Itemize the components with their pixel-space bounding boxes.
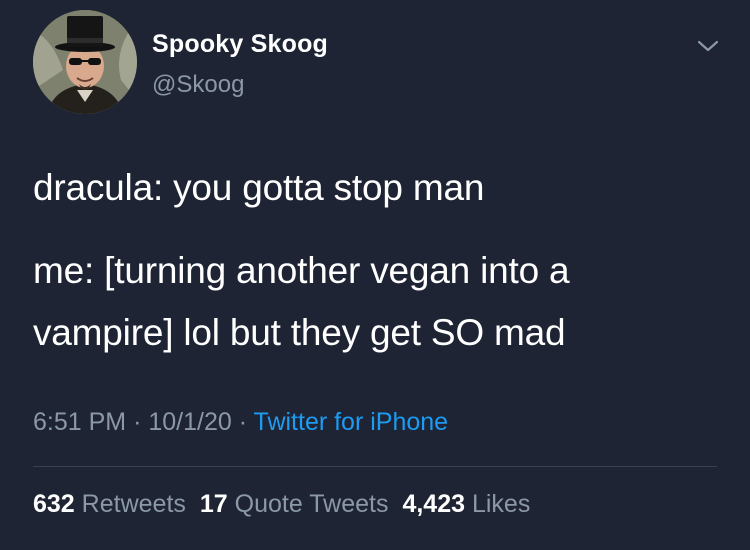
tweet-time[interactable]: 6:51 PM [33, 408, 126, 436]
retweets-count: 632 [33, 490, 75, 518]
display-name[interactable]: Spooky Skoog [152, 30, 328, 59]
tweet-source-link[interactable]: Twitter for iPhone [254, 408, 449, 436]
quote-tweets-stat[interactable]: 17 Quote Tweets [200, 490, 389, 518]
chevron-down-icon[interactable] [694, 36, 722, 56]
retweets-stat[interactable]: 632 Retweets [33, 490, 186, 518]
user-handle[interactable]: @Skoog [152, 71, 244, 99]
avatar[interactable] [33, 10, 137, 114]
meta-separator: · [133, 408, 142, 436]
tweet-date[interactable]: 10/1/20 [148, 408, 231, 436]
likes-stat[interactable]: 4,423 Likes [402, 490, 530, 518]
tweet-card: Spooky Skoog @Skoog dracula: you gotta s… [0, 0, 750, 550]
tweet-metadata: 6:51 PM · 10/1/20 · Twitter for iPhone [33, 408, 448, 437]
avatar-image [33, 10, 137, 114]
quote-tweets-label: Quote Tweets [234, 490, 389, 518]
quote-tweets-count: 17 [199, 490, 228, 518]
tweet-text-line: dracula: you gotta stop man [33, 167, 485, 208]
tweet-text-line: vampire] lol but they get SO mad [33, 312, 566, 353]
divider [33, 466, 717, 467]
retweets-label: Retweets [81, 490, 186, 518]
tweet-text-line: me: [turning another vegan into a [33, 250, 570, 291]
likes-label: Likes [471, 490, 531, 518]
meta-separator: · [238, 408, 248, 436]
tweet-stats: 632 Retweets 17 Quote Tweets 4,423 Likes [33, 490, 530, 519]
likes-count: 4,423 [402, 490, 466, 518]
